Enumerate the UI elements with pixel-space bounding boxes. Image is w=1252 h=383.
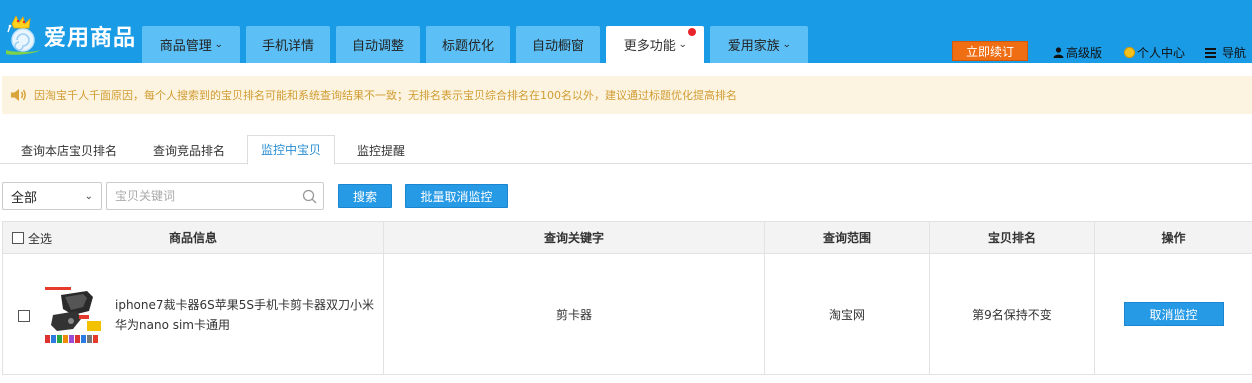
monitor-table: 全选 商品信息 查询关键字 查询范围 宝贝排名 操作 iphone7裁卡器6S苹…	[2, 221, 1252, 375]
snail-logo-icon	[6, 16, 40, 55]
tab-monitor-alerts[interactable]: 监控提醒	[345, 138, 417, 164]
top-header: 爱用商品 商品管理 ⌄ 手机详情 自动调整 标题优化 自动橱窗 更多功能 ⌄ 爱…	[0, 0, 1252, 63]
rank-cell: 第9名保持不变	[929, 253, 1095, 375]
coin-icon	[1124, 47, 1135, 58]
personal-center-link[interactable]: 个人中心	[1124, 44, 1185, 61]
tab-shop-item-rank[interactable]: 查询本店宝贝排名	[10, 138, 128, 164]
rank-header: 宝贝排名	[929, 221, 1095, 254]
product-info-cell: iphone7裁卡器6S苹果5S手机卡剪卡器双刀小米华为nano sim卡通用	[2, 253, 384, 375]
nav-tab-product-management[interactable]: 商品管理 ⌄	[142, 26, 240, 63]
chevron-down-icon: ⌄	[84, 190, 93, 202]
nav-tab-label: 标题优化	[441, 39, 494, 54]
table-row: iphone7裁卡器6S苹果5S手机卡剪卡器双刀小米华为nano sim卡通用 …	[2, 253, 1252, 375]
scope-cell: 淘宝网	[764, 253, 930, 375]
select-all-label: 全选	[28, 231, 53, 246]
logo-text: 爱用商品	[44, 26, 137, 51]
search-icon[interactable]	[302, 189, 317, 204]
nav-tab-more-features[interactable]: 更多功能 ⌄	[606, 26, 704, 63]
row-checkbox[interactable]	[18, 309, 30, 322]
scope-header: 查询范围	[764, 221, 930, 254]
nav-tab-label: 自动橱窗	[531, 39, 584, 54]
product-info-header-label: 商品信息	[168, 231, 217, 245]
product-title[interactable]: iphone7裁卡器6S苹果5S手机卡剪卡器双刀小米华为nano sim卡通用	[115, 295, 375, 335]
notification-dot	[688, 28, 696, 36]
tab-monitoring-items[interactable]: 监控中宝贝	[247, 135, 335, 165]
advanced-label: 高级版	[1066, 46, 1103, 60]
advanced-version-link[interactable]: 高级版	[1053, 44, 1102, 61]
tab-competitor-rank[interactable]: 查询竞品排名	[140, 138, 238, 164]
product-thumbnail[interactable]	[43, 284, 105, 347]
chevron-down-icon: ⌄	[781, 39, 792, 50]
keyword-cell: 剪卡器	[383, 253, 765, 375]
personal-center-label: 个人中心	[1137, 46, 1186, 60]
nav-tab-mobile-detail[interactable]: 手机详情	[246, 26, 330, 63]
nav-tab-auto-adjust[interactable]: 自动调整	[336, 26, 420, 63]
search-box	[106, 182, 324, 210]
search-input[interactable]	[107, 183, 287, 209]
chevron-down-icon: ⌄	[677, 39, 688, 50]
search-button[interactable]: 搜索	[338, 184, 392, 208]
notice-text: 因淘宝千人千面原因，每个人搜索到的宝贝排名可能和系统查询结果不一致；无排名表示宝…	[34, 89, 737, 102]
nav-tab-aiyong-family[interactable]: 爱用家族 ⌄	[710, 26, 808, 63]
select-all-checkbox-group[interactable]: 全选	[3, 222, 52, 254]
sub-tabs: 查询本店宝贝排名 查询竞品排名 监控中宝贝 监控提醒	[0, 135, 1252, 165]
select-all-checkbox[interactable]	[12, 232, 24, 244]
nav-tab-label: 爱用家族	[727, 39, 780, 54]
navigation-menu-link[interactable]: 导航	[1205, 44, 1246, 61]
scope-select-value: 全部	[11, 190, 38, 206]
user-icon	[1053, 47, 1064, 58]
nav-tab-auto-showcase[interactable]: 自动橱窗	[516, 26, 600, 63]
table-header-row: 全选 商品信息 查询关键字 查询范围 宝贝排名 操作	[2, 221, 1252, 254]
nav-tab-label: 更多功能	[623, 39, 676, 54]
keyword-header: 查询关键字	[383, 221, 765, 254]
action-header: 操作	[1094, 221, 1252, 254]
nav-tab-label: 自动调整	[351, 39, 404, 54]
cancel-monitor-button[interactable]: 取消监控	[1123, 302, 1224, 326]
app-logo[interactable]: 爱用商品	[4, 14, 136, 58]
nav-tab-label: 手机详情	[261, 39, 314, 54]
batch-cancel-monitor-button[interactable]: 批量取消监控	[405, 184, 508, 208]
speaker-icon	[11, 89, 26, 101]
notice-bar: 因淘宝千人千面原因，每个人搜索到的宝贝排名可能和系统查询结果不一致；无排名表示宝…	[2, 76, 1252, 114]
navigation-label: 导航	[1222, 46, 1247, 60]
chevron-down-icon: ⌄	[213, 39, 224, 50]
nav-tab-title-optimize[interactable]: 标题优化	[426, 26, 510, 63]
nav-tab-label: 商品管理	[159, 39, 212, 54]
action-cell: 取消监控	[1094, 253, 1252, 375]
main-nav: 商品管理 ⌄ 手机详情 自动调整 标题优化 自动橱窗 更多功能 ⌄ 爱用家族 ⌄	[142, 26, 814, 63]
product-info-header: 全选 商品信息	[2, 221, 384, 254]
renew-button[interactable]: 立即续订	[952, 41, 1028, 61]
menu-icon	[1205, 47, 1216, 58]
scope-select[interactable]: 全部 ⌄	[2, 182, 102, 210]
